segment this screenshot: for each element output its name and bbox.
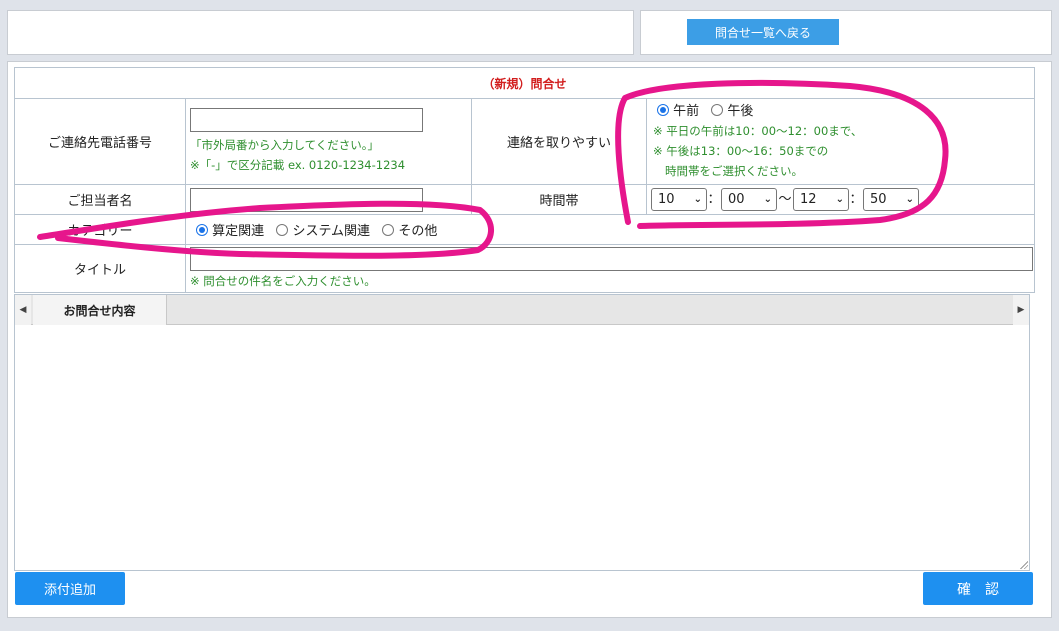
am-radio[interactable] xyxy=(656,103,669,116)
editor-tab-bar: ◀ お問合せ内容 ▶ xyxy=(15,295,1029,325)
inquiry-form-table: （新規）問合せ ご連絡先電話番号 「市外局番から入力してください。」 ※「-」で… xyxy=(14,67,1036,293)
confirm-button[interactable]: 確 認 xyxy=(923,572,1033,605)
time-colon-1: ： xyxy=(707,192,721,207)
time-colon-2: ： xyxy=(849,192,863,207)
from-minute-select[interactable]: 00 ⌄ xyxy=(720,188,777,211)
from-hour-select[interactable]: 10 ⌄ xyxy=(650,188,707,211)
inquiry-content-editor: ◀ お問合せ内容 ▶ xyxy=(14,294,1030,571)
time-tilde: ～ xyxy=(778,192,792,207)
to-minute-select[interactable]: 50 ⌄ xyxy=(862,188,919,211)
inquiry-content-textarea[interactable] xyxy=(15,326,1029,570)
back-to-list-button[interactable]: 問合せ一覧へ戻る xyxy=(687,19,839,45)
resize-handle-icon[interactable] xyxy=(1019,560,1028,569)
form-title: （新規）問合せ xyxy=(14,67,1035,99)
chevron-down-icon: ⌄ xyxy=(905,194,914,205)
phone-note-2: ※「-」で区分記載 ex. 0120-1234-1234 xyxy=(190,158,406,172)
top-left-panel xyxy=(7,10,634,55)
contact-note-3: 時間帯をご選択ください。 xyxy=(664,163,803,178)
person-input[interactable] xyxy=(190,187,423,212)
tab-inquiry-content[interactable]: お問合せ内容 xyxy=(33,295,167,325)
time-range-label: 時間帯 xyxy=(470,184,647,215)
title-note: ※ 問合せの件名をご入力ください。 xyxy=(190,273,376,288)
contact-time-label: 連絡を取りやすい xyxy=(470,98,647,185)
person-label: ご担当者名 xyxy=(14,184,186,215)
tab-scroll-left-icon[interactable]: ◀ xyxy=(15,295,31,325)
category-option-system: システム関連 xyxy=(292,224,371,239)
contact-note-2: ※ 午後は13：00～16：50までの xyxy=(652,143,829,158)
am-label: 午前 xyxy=(673,103,700,119)
contact-note-1: ※ 平日の午前は10：00～12：00まで、 xyxy=(652,123,863,138)
phone-note-1: 「市外局番から入力してください。」 xyxy=(190,138,380,152)
category-radio-calc[interactable] xyxy=(196,224,208,236)
pm-label: 午後 xyxy=(727,103,754,119)
category-option-calc: 算定関連 xyxy=(212,224,265,239)
attach-add-button[interactable]: 添付追加 xyxy=(15,572,125,605)
phone-label: ご連絡先電話番号 xyxy=(14,98,186,185)
category-radio-system[interactable] xyxy=(276,224,289,236)
title-label: タイトル xyxy=(14,244,186,293)
chevron-down-icon: ⌄ xyxy=(763,194,772,205)
phone-input[interactable] xyxy=(190,108,423,132)
pm-radio[interactable] xyxy=(711,103,724,116)
category-label: カテゴリー xyxy=(14,214,186,245)
chevron-down-icon: ⌄ xyxy=(693,194,702,205)
category-radio-other[interactable] xyxy=(382,224,395,236)
chevron-down-icon: ⌄ xyxy=(835,194,844,205)
to-hour-select[interactable]: 12 ⌄ xyxy=(792,188,849,211)
category-option-other: その他 xyxy=(398,224,438,239)
title-input[interactable] xyxy=(190,246,1033,271)
tab-scroll-right-icon[interactable]: ▶ xyxy=(1013,295,1029,325)
